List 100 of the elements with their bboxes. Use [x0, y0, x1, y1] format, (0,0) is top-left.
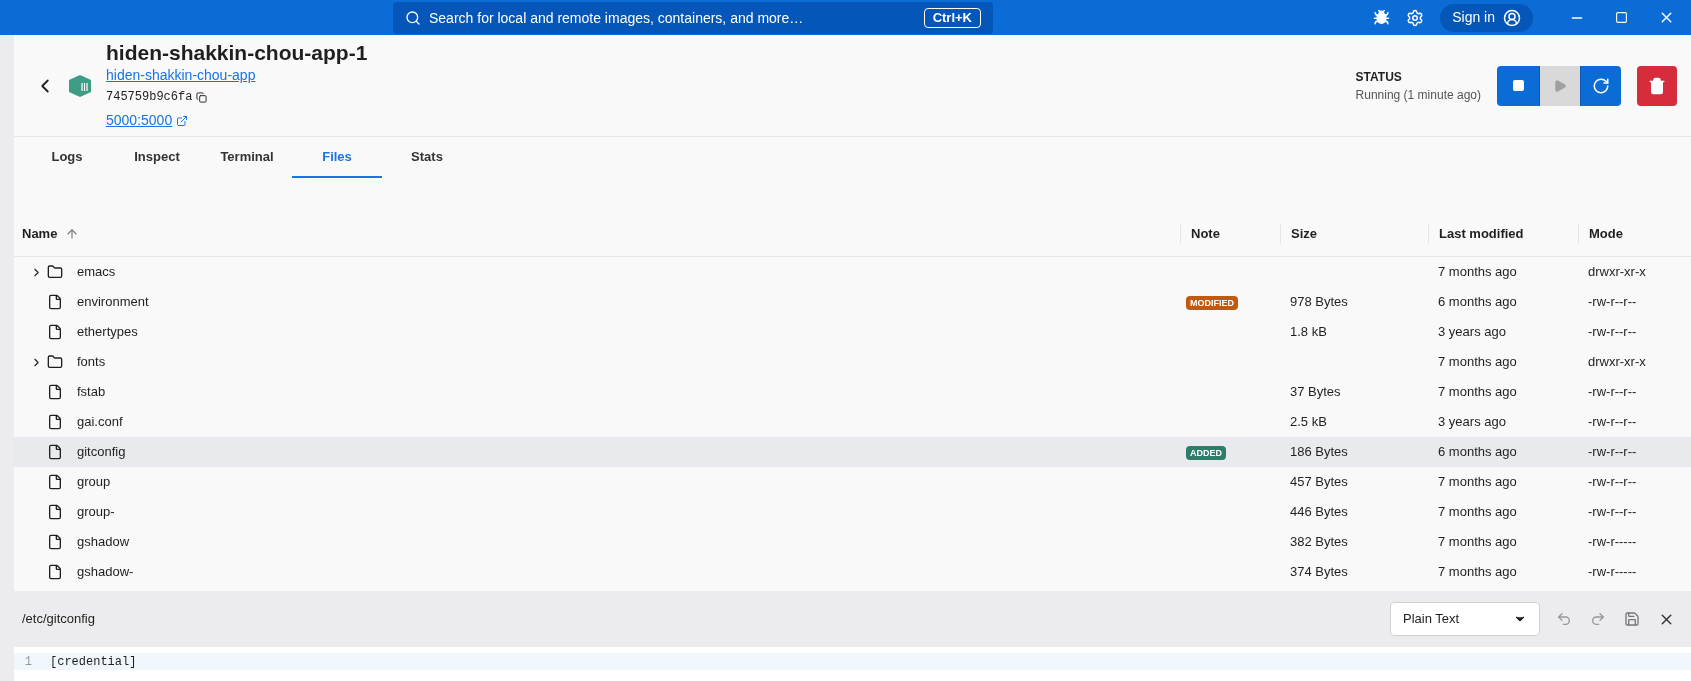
file-name: environment	[77, 293, 149, 312]
code-line: [credential]	[50, 653, 137, 671]
modified-cell: 7 months ago	[1438, 264, 1517, 280]
file-icon	[47, 474, 63, 490]
settings-icon[interactable]	[1406, 8, 1425, 27]
search-placeholder: Search for local and remote images, containers, and more…	[429, 8, 805, 28]
file-name: gshadow-	[77, 563, 134, 582]
file-icon	[47, 444, 63, 460]
table-row[interactable]: ethertypes 1.8 kB 3 years ago -rw-r--r--	[14, 317, 1691, 347]
modified-cell: 7 months ago	[1438, 504, 1517, 520]
modified-cell: 7 months ago	[1438, 354, 1517, 370]
column-header[interactable]: Size	[1291, 224, 1317, 244]
modified-cell: 7 months ago	[1438, 384, 1517, 400]
search-icon	[405, 10, 421, 26]
container-id: 745759b9c6fa	[106, 89, 193, 106]
project-link[interactable]: hiden-shakkin-chou-app	[106, 66, 368, 84]
status-text: Running (1 minute ago)	[1355, 86, 1481, 104]
modified-cell: 7 months ago	[1438, 564, 1517, 580]
modified-cell: 6 months ago	[1438, 294, 1517, 310]
mode-cell: -rw-r--r--	[1588, 444, 1637, 460]
modified-cell: 6 months ago	[1438, 444, 1517, 460]
maximize-icon[interactable]	[1615, 11, 1628, 24]
column-header[interactable]: Note	[1191, 224, 1220, 244]
mode-cell: -rw-r--r--	[1588, 504, 1637, 520]
size-cell: 374 Bytes	[1290, 564, 1348, 580]
file-name: gitconfig	[77, 443, 126, 462]
external-link-icon[interactable]	[176, 114, 189, 127]
mode-cell: -rw-r--r--	[1588, 294, 1637, 310]
file-icon	[47, 534, 63, 550]
note-badge: MODIFIED	[1186, 296, 1238, 311]
delete-button[interactable]	[1637, 65, 1677, 106]
modified-cell: 3 years ago	[1438, 324, 1506, 340]
tab[interactable]: Logs	[22, 137, 112, 178]
table-row[interactable]: gitconfig ADDED 186 Bytes 6 months ago -rw-r--r--	[14, 437, 1691, 467]
sort-ascending-icon[interactable]	[65, 227, 80, 241]
restart-button[interactable]	[1581, 65, 1621, 106]
file-icon	[47, 294, 63, 310]
file-path: /etc/gitconfig	[22, 610, 95, 629]
account-icon	[1503, 8, 1521, 27]
mode-cell: -rw-r-----	[1588, 534, 1637, 550]
size-cell: 382 Bytes	[1290, 534, 1348, 550]
table-row[interactable]: emacs 7 months ago drwxr-xr-x	[14, 257, 1691, 287]
size-cell: 978 Bytes	[1290, 294, 1348, 310]
file-name: emacs	[77, 263, 116, 282]
save-icon[interactable]	[1624, 611, 1640, 627]
size-cell: 446 Bytes	[1290, 504, 1348, 520]
column-header[interactable]: Last modified	[1439, 224, 1524, 244]
bug-icon[interactable]	[1373, 9, 1391, 26]
size-cell: 186 Bytes	[1290, 444, 1348, 460]
table-row[interactable]: gshadow- 374 Bytes 7 months ago -rw-r-----	[14, 557, 1691, 587]
column-header[interactable]: Mode	[1589, 224, 1623, 244]
folder-icon	[47, 354, 63, 370]
table-row[interactable]: group 457 Bytes 7 months ago -rw-r--r--	[14, 467, 1691, 497]
file-name: fonts	[77, 353, 106, 372]
mode-cell: drwxr-xr-x	[1588, 264, 1646, 280]
file-name: group	[77, 473, 111, 492]
file-icon	[47, 414, 63, 430]
file-icon	[47, 504, 63, 520]
table-row[interactable]: gshadow 382 Bytes 7 months ago -rw-r-----	[14, 527, 1691, 557]
shortcut-key: Ctrl+K	[923, 8, 981, 28]
file-name: gai.conf	[77, 413, 123, 432]
restart-icon	[1592, 76, 1610, 95]
mode-cell: -rw-r--r--	[1588, 414, 1637, 430]
note-badge: ADDED	[1186, 446, 1226, 461]
play-icon	[1553, 78, 1567, 93]
status-label: STATUS	[1355, 68, 1403, 86]
folder-icon	[47, 264, 63, 280]
search-field[interactable]: Search for local and remote images, containers, and more… Ctrl+K	[393, 2, 993, 34]
mode-cell: -rw-r--r--	[1588, 384, 1637, 400]
table-row[interactable]: gai.conf 2.5 kB 3 years ago -rw-r--r--	[14, 407, 1691, 437]
sign-in-button[interactable]: Sign in	[1440, 3, 1533, 32]
tab[interactable]: Files	[292, 137, 382, 178]
stop-icon	[1511, 79, 1525, 92]
mode-cell: drwxr-xr-x	[1588, 354, 1646, 370]
table-row[interactable]: group- 446 Bytes 7 months ago -rw-r--r--	[14, 497, 1691, 527]
modified-cell: 3 years ago	[1438, 414, 1506, 430]
table-row[interactable]: environment MODIFIED 978 Bytes 6 months ago -rw-r--r--	[14, 287, 1691, 317]
tab[interactable]: Inspect	[112, 137, 202, 178]
file-icon	[47, 324, 63, 340]
column-header[interactable]: Name	[22, 224, 58, 244]
copy-icon[interactable]	[196, 91, 208, 103]
container-title: hiden-shakkin-chou-app-1	[106, 40, 368, 66]
trash-icon	[1648, 76, 1666, 95]
tab[interactable]: Terminal	[202, 137, 292, 178]
mode-cell: -rw-r-----	[1588, 564, 1637, 580]
size-cell: 457 Bytes	[1290, 474, 1348, 490]
table-row[interactable]: fstab 37 Bytes 7 months ago -rw-r--r--	[14, 377, 1691, 407]
mode-cell: -rw-r--r--	[1588, 324, 1637, 340]
stop-button[interactable]	[1497, 65, 1539, 106]
container-icon	[68, 74, 92, 97]
port-link[interactable]: 5000:5000	[106, 110, 173, 131]
table-row[interactable]: fonts 7 months ago drwxr-xr-x	[14, 347, 1691, 377]
modified-cell: 7 months ago	[1438, 474, 1517, 490]
file-icon	[47, 384, 63, 400]
file-name: group-	[77, 503, 115, 522]
line-number: 1	[23, 653, 33, 671]
file-name: ethertypes	[77, 323, 138, 342]
language-select[interactable]: Plain Text	[1390, 602, 1540, 636]
tab[interactable]: Stats	[382, 137, 472, 178]
mode-cell: -rw-r--r--	[1588, 474, 1637, 490]
